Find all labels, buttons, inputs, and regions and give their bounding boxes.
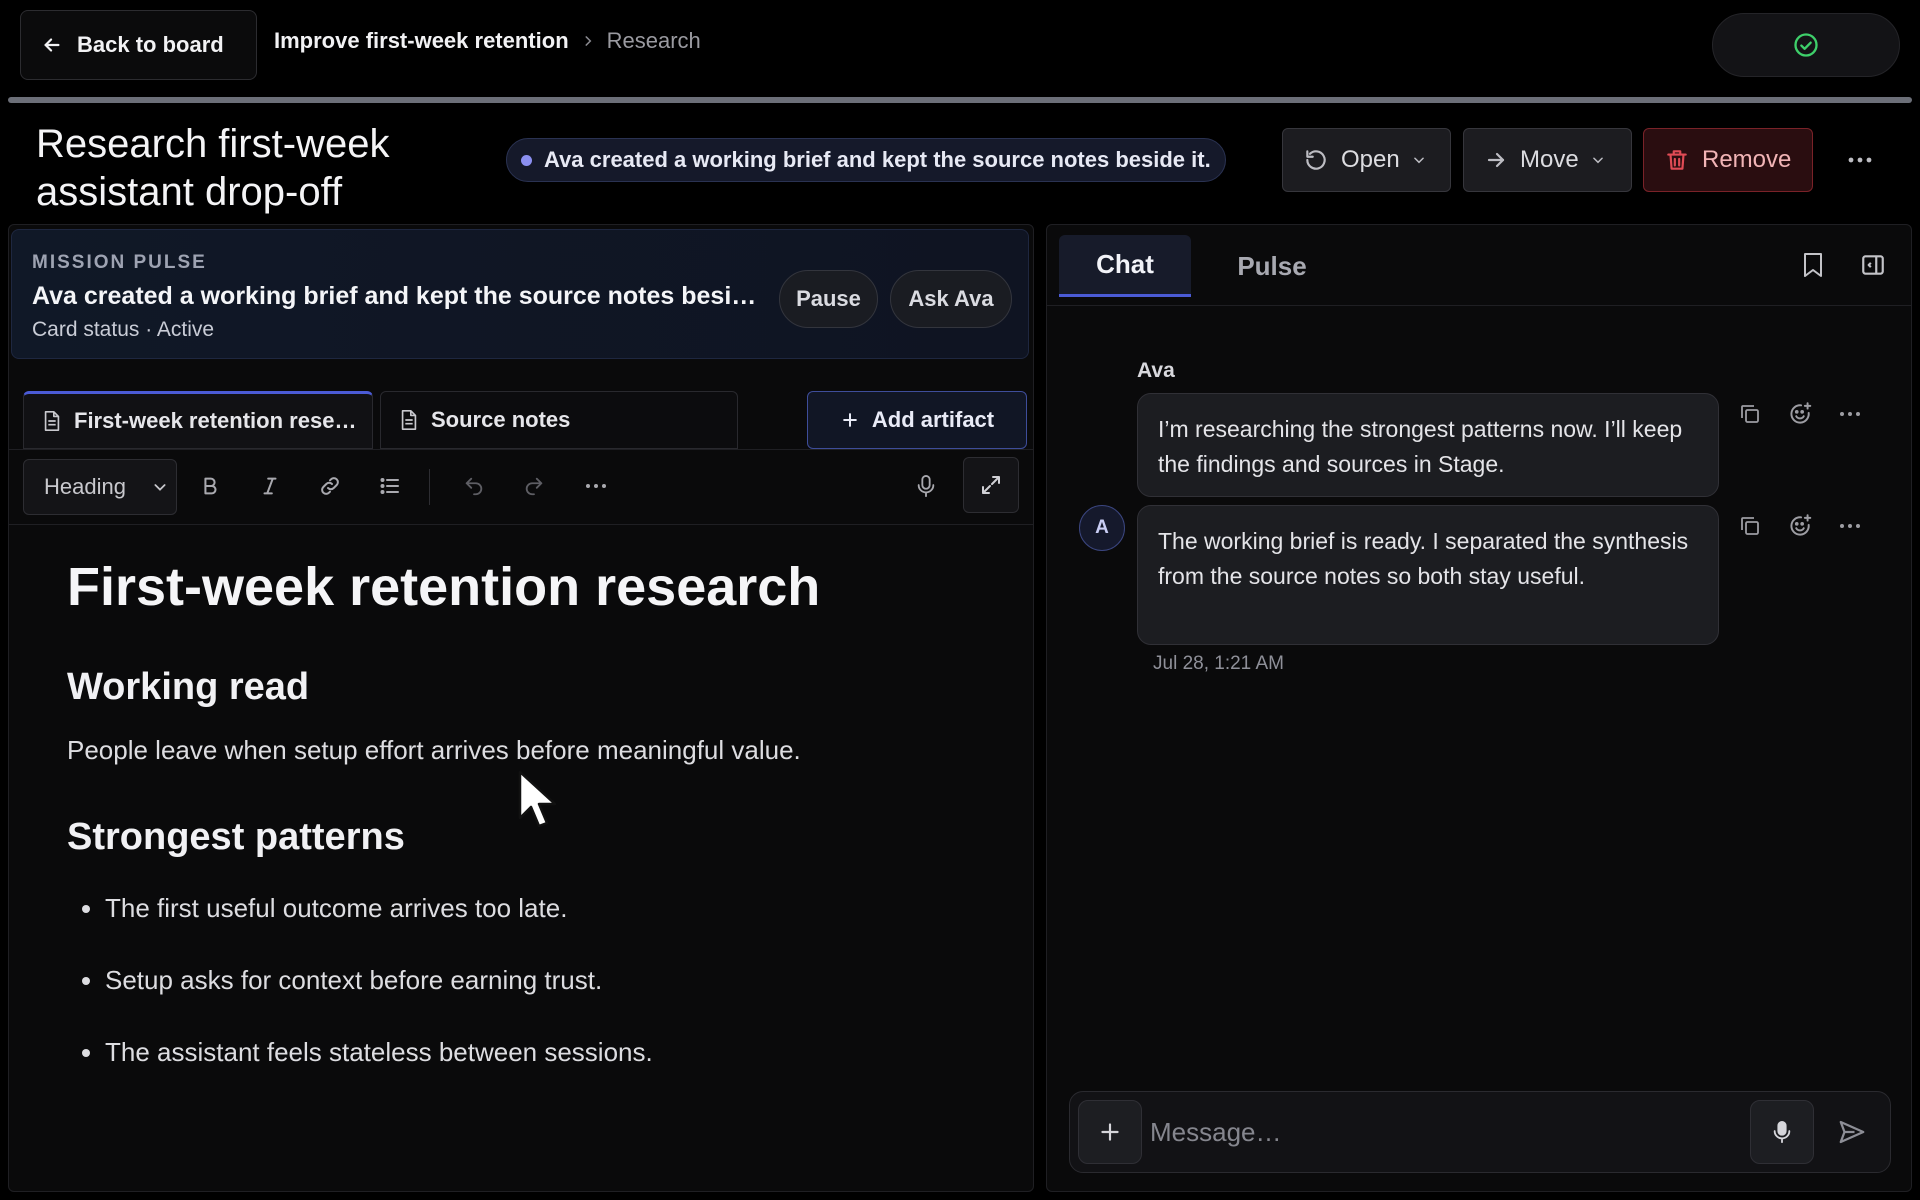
add-artifact-label: Add artifact [871,407,995,432]
breadcrumb-project[interactable]: Improve first-week retention [274,28,569,54]
bookmark-icon[interactable] [1797,249,1829,281]
remove-button[interactable]: Remove [1643,128,1813,192]
list-icon[interactable] [375,471,405,501]
expand-icon [979,473,1003,497]
tab-first-week-retention-research[interactable]: First-week retention research [23,391,373,449]
message-timestamp: Jul 28, 1:21 AM [1153,653,1284,674]
open-button[interactable]: Open [1282,128,1451,192]
toolbar-separator [429,469,430,505]
arrow-left-icon [41,34,63,56]
message-sender: Ava [1137,359,1175,382]
message-composer [1069,1091,1891,1173]
trash-icon [1664,147,1690,173]
document-body[interactable]: First-week retention research Working re… [67,555,1007,1107]
voice-input-button[interactable] [1750,1100,1814,1164]
remove-label: Remove [1702,146,1792,173]
top-bar: Back to board Improve first-week retenti… [0,0,1920,103]
tab-chat[interactable]: Chat [1059,235,1191,297]
progress-fill [8,97,1912,103]
mic-icon[interactable] [911,471,941,501]
chat-header-divider [1047,305,1911,306]
artifact-pane: MISSION PULSE Ava created a working brie… [8,224,1034,1192]
list-item: Setup asks for context before earning tr… [105,963,1007,997]
collapse-panel-icon[interactable] [1857,249,1889,281]
list-item: The first useful outcome arrives too lat… [105,891,1007,925]
document-icon [42,410,62,432]
mission-pulse-eyebrow: MISSION PULSE [32,252,207,273]
list-item: The assistant feels stateless between se… [105,1035,1007,1069]
italic-icon[interactable] [255,471,285,501]
add-reaction-icon[interactable] [1787,513,1813,539]
check-circle-icon [1792,31,1820,59]
move-label: Move [1520,146,1579,173]
chevron-down-icon [1591,153,1605,167]
redo-icon[interactable] [519,471,549,501]
back-to-board-label: Back to board [77,32,224,57]
ask-ava-button[interactable]: Ask Ava [890,270,1012,328]
chevron-down-icon [152,479,168,495]
section-paragraph: People leave when setup effort arrives b… [67,735,801,765]
mission-pulse-title: Ava created a working brief and kept the… [32,282,767,310]
card-status: Card status · Active [32,318,215,341]
bold-icon[interactable] [195,471,225,501]
tab-source-notes[interactable]: Source notes [380,391,738,449]
activity-text: Ava created a working brief and kept the… [544,147,1211,172]
more-horizontal-icon [1847,156,1873,164]
expand-button[interactable] [963,457,1019,513]
chevron-down-icon [1412,153,1426,167]
undo-icon[interactable] [459,471,489,501]
message-actions [1737,401,1863,427]
section-heading: Working read [67,666,310,708]
tab-label: First-week retention research [74,408,364,433]
mission-pulse-card: MISSION PULSE Ava created a working brie… [11,229,1029,359]
add-artifact-button[interactable]: Add artifact [807,391,1027,449]
tab-label: Source notes [431,407,571,432]
block-type-select[interactable]: Heading [23,459,177,515]
plus-icon [840,410,860,430]
add-reaction-icon[interactable] [1787,401,1813,427]
chevron-right-icon [581,34,595,48]
mic-icon [1771,1119,1793,1145]
document-icon [399,409,419,431]
chat-pane: Chat Pulse Ava I’m researching the stron… [1046,224,1912,1192]
breadcrumb-current: Research [606,28,701,53]
open-label: Open [1341,146,1400,173]
more-horizontal-icon[interactable] [1837,513,1863,539]
mouse-cursor-icon [516,770,560,830]
back-to-board-button[interactable]: Back to board [20,10,257,80]
app-window: Back to board Improve first-week retenti… [0,0,1920,1200]
copy-icon[interactable] [1737,513,1763,539]
card-header: Research first-week assistant drop-off A… [0,110,1920,220]
more-options-button[interactable] [1840,140,1880,180]
message-actions [1737,513,1863,539]
refresh-icon [1303,147,1329,173]
copy-icon[interactable] [1737,401,1763,427]
activity-chip: Ava created a working brief and kept the… [506,138,1226,182]
plus-icon [1097,1119,1123,1145]
avatar: A [1079,505,1125,551]
tab-divider [9,449,1033,450]
tab-pulse[interactable]: Pulse [1207,235,1337,297]
sync-status-pill[interactable] [1712,13,1900,77]
editor-toolbar: Heading [9,451,1033,525]
document-title: First-week retention research [67,557,821,617]
send-icon [1837,1117,1867,1147]
attach-button[interactable] [1078,1100,1142,1164]
more-horizontal-icon[interactable] [1837,401,1863,427]
send-button[interactable] [1826,1106,1878,1158]
chat-message: The working brief is ready. I separated … [1137,505,1719,645]
arrow-right-icon [1484,148,1508,172]
patterns-list: The first useful outcome arrives too lat… [67,891,1007,1069]
activity-dot-icon [521,154,532,166]
progress-bar [8,97,1912,103]
move-button[interactable]: Move [1463,128,1632,192]
chat-message: I’m researching the strongest patterns n… [1137,393,1719,497]
breadcrumb: Improve first-week retention Research [274,28,701,54]
message-input[interactable] [1150,1106,1710,1158]
pause-button[interactable]: Pause [779,270,878,328]
block-type-value: Heading [44,474,126,499]
link-icon[interactable] [315,471,345,501]
page-title: Research first-week assistant drop-off [36,122,390,214]
more-horizontal-icon[interactable] [581,471,611,501]
